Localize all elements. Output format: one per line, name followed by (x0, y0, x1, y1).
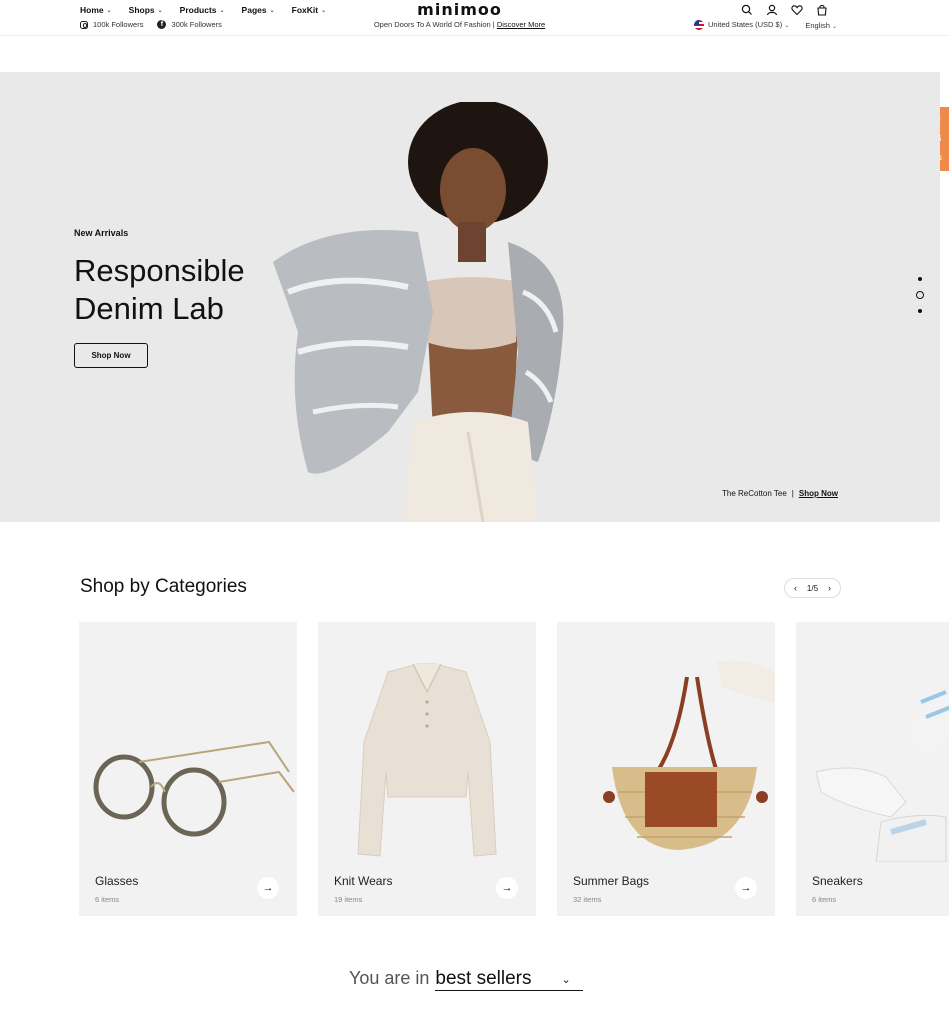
currency-label: United States (USD $) (708, 20, 783, 29)
categories-pager: ‹ 1/5 › (784, 578, 841, 598)
category-name: Knit Wears (334, 874, 393, 888)
category-count: 32 items (573, 895, 602, 904)
knit-sweater-image (357, 663, 497, 857)
pager-label: 1/5 (806, 583, 819, 593)
cart-icon[interactable] (816, 4, 828, 16)
category-name: Summer Bags (573, 874, 650, 888)
collection-select[interactable]: best sellers ⌄ (435, 968, 583, 991)
category-card-sneakers[interactable]: Sneakers 6 items (796, 622, 949, 916)
collection-selected: best sellers (435, 968, 532, 989)
categories-title: Shop by Categories (80, 576, 247, 597)
category-count: 6 items (95, 895, 120, 904)
hero-product-separator: | (791, 489, 794, 498)
slide-dot-3[interactable] (918, 309, 922, 313)
category-card-knit-wears[interactable]: Knit Wears 19 items → (318, 622, 536, 916)
currency-selector[interactable]: United States (USD $) ⌄ (694, 20, 790, 31)
sneakers-image (815, 690, 949, 862)
category-carousel: Glasses 6 items → Knit Wears 19 items → … (79, 622, 949, 916)
slide-dot-1[interactable] (918, 277, 922, 281)
category-count: 19 items (334, 895, 363, 904)
chevron-down-icon: ⌄ (832, 23, 838, 30)
wishlist-icon[interactable] (791, 4, 803, 16)
language-label: English (805, 20, 830, 30)
category-card-summer-bags[interactable]: Summer Bags 32 items → (557, 622, 775, 916)
locale-selectors: United States (USD $) ⌄ English ⌄ (694, 20, 837, 31)
slide-dot-2[interactable] (916, 291, 924, 299)
hero-banner: New Arrivals Responsible Denim Lab Shop … (0, 72, 940, 522)
hero-product-tag: The ReCotton Tee | Shop Now (722, 489, 838, 498)
discover-more-link[interactable]: Discover More (497, 20, 545, 29)
category-name: Glasses (95, 874, 139, 888)
hero-product-name: The ReCotton Tee (722, 489, 787, 498)
account-icon[interactable] (766, 4, 778, 16)
hero-shop-now-button[interactable]: Shop Now (74, 343, 148, 368)
collection-prefix: You are in (349, 968, 430, 988)
chevron-right-icon[interactable]: › (828, 583, 831, 593)
chevron-down-icon: ⌄ (561, 973, 571, 986)
search-icon[interactable] (741, 4, 753, 16)
slider-dots (916, 277, 924, 313)
glasses-image (93, 740, 295, 837)
collection-switcher: You are in best sellers ⌄ (349, 968, 583, 991)
category-name: Sneakers (812, 874, 863, 888)
tagline-text: Open Doors To A World Of Fashion | (373, 20, 495, 29)
category-card-glasses[interactable]: Glasses 6 items → (79, 622, 297, 916)
arrow-right-icon[interactable]: → (257, 877, 279, 899)
arrow-right-icon[interactable]: → (735, 877, 757, 899)
header-icons (741, 4, 828, 16)
hero-model-image (273, 102, 564, 522)
chevron-down-icon: ⌄ (784, 23, 790, 29)
hero-product-shop-link[interactable]: Shop Now (799, 489, 838, 498)
hero-eyebrow: New Arrivals (74, 228, 129, 238)
us-flag-icon (694, 20, 704, 31)
chevron-left-icon[interactable]: ‹ (794, 583, 797, 593)
arrow-right-icon[interactable]: → (496, 877, 518, 899)
category-count: 6 items (812, 895, 837, 904)
language-selector[interactable]: English ⌄ (805, 21, 837, 30)
site-header: Home ⌄ Shops ⌄ Products ⌄ Pages ⌄ FoxKit ⌄ 10… (0, 0, 949, 36)
straw-bag-image (603, 660, 775, 850)
